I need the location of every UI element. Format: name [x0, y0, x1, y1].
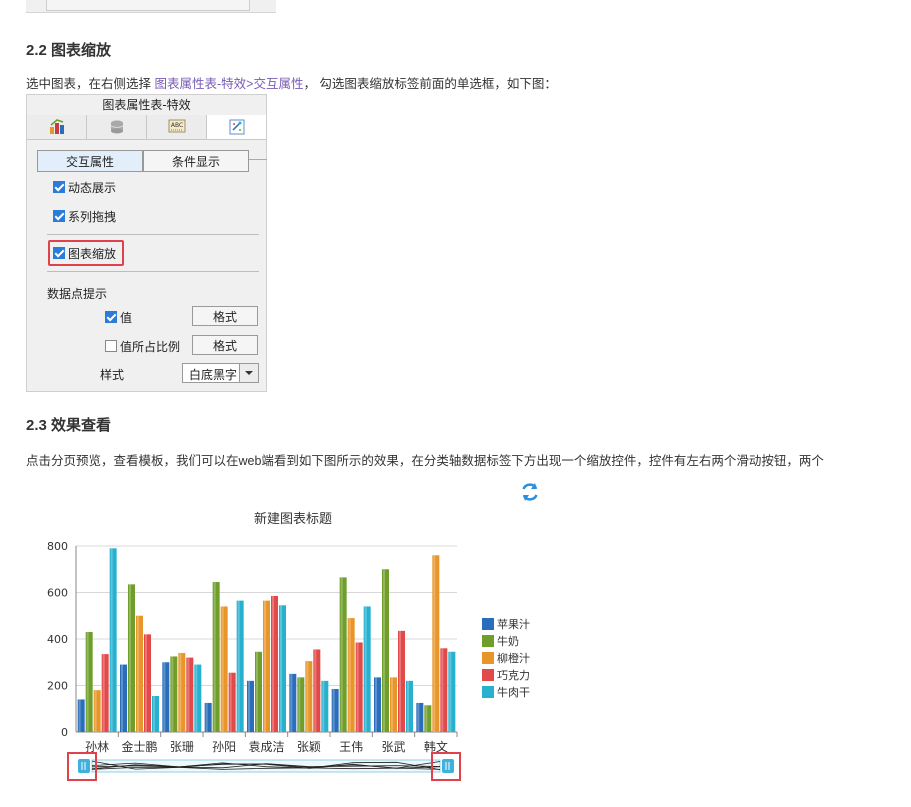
subtab-conditional-display[interactable]: 条件显示 [143, 150, 249, 172]
bar-highlight [248, 680, 250, 732]
bar-highlight [221, 606, 224, 732]
zoom-left-handle[interactable] [78, 759, 90, 773]
bar-highlight [237, 600, 240, 732]
subtab-bar: 交互属性 条件显示 [37, 150, 257, 172]
bar-highlight [121, 664, 123, 732]
bar-highlight [306, 661, 309, 732]
bar-highlight [86, 632, 89, 732]
bar-highlight [110, 548, 113, 732]
y-tick-label: 600 [47, 587, 68, 600]
legend-label: 巧克力 [497, 669, 530, 682]
bar-highlight [145, 634, 147, 732]
legend-swatch [482, 635, 494, 647]
bar-highlight [213, 582, 216, 732]
bar-highlight [332, 688, 335, 732]
bar-highlight [179, 652, 182, 732]
y-tick-label: 0 [61, 726, 68, 739]
chart-title: 新建图表标题 [254, 511, 332, 527]
bar-highlight [171, 656, 174, 732]
bar-highlight [449, 651, 452, 732]
bar-highlight [391, 677, 393, 732]
bar-highlight [195, 664, 198, 732]
bar-highlight [94, 690, 97, 732]
x-tick-label: 张武 [381, 740, 405, 754]
bar-highlight [78, 699, 81, 732]
bar-highlight [348, 618, 351, 732]
y-tick-label: 800 [47, 540, 68, 553]
zoom-right-handle[interactable] [442, 759, 454, 773]
bar-highlight [441, 648, 444, 732]
bar-highlight [425, 705, 428, 732]
subtab-interaction[interactable]: 交互属性 [37, 150, 143, 172]
legend-swatch [482, 652, 494, 664]
bar-highlight [129, 584, 131, 732]
bar-highlight [417, 702, 420, 732]
bar-highlight [205, 702, 208, 732]
bar-highlight [322, 680, 325, 732]
x-tick-label: 金士鹏 [121, 739, 157, 754]
bar-highlight [280, 605, 282, 732]
x-tick-label: 孙阳 [212, 740, 236, 754]
y-tick-label: 200 [47, 680, 68, 693]
x-tick-label: 张颖 [297, 740, 321, 754]
bar-highlight [163, 662, 166, 732]
bar-highlight [433, 555, 436, 732]
bar-highlight [383, 569, 385, 732]
bar-highlight [272, 595, 274, 732]
bar-chart: 新建图表标题 孙林 金士鹏 张珊 孙阳 袁成洁 张颖 王伟 张武 韩文 0 200 400 600 80… [47, 511, 530, 781]
legend-label: 牛奶 [497, 634, 519, 648]
bar-highlight [375, 677, 377, 732]
x-tick-label: 孙林 [85, 740, 109, 754]
bar-highlight [256, 651, 258, 732]
bar-highlight [264, 600, 266, 732]
legend-swatch [482, 686, 494, 698]
bar-highlight [298, 677, 301, 732]
x-tick-label: 韩文 [424, 739, 448, 754]
bar-highlight [153, 695, 155, 732]
x-tick-label: 张珊 [170, 740, 194, 754]
bar-highlight [229, 672, 232, 732]
bar-highlight [314, 649, 317, 732]
bar-highlight [407, 680, 409, 732]
legend-swatch [482, 669, 494, 681]
legend-swatch [482, 618, 494, 630]
legend-label: 牛肉干 [497, 685, 530, 699]
legend-label: 柳橙汁 [497, 651, 530, 665]
x-tick-label: 袁成洁 [248, 740, 284, 754]
y-tick-label: 400 [47, 633, 68, 646]
bar-highlight [364, 606, 367, 732]
bar-highlight [102, 654, 105, 732]
bar-highlight [187, 657, 190, 732]
bar-highlight [340, 577, 343, 732]
bar-highlight [137, 615, 139, 732]
bar-highlight [290, 673, 293, 732]
bar-highlight [399, 630, 401, 732]
legend-label: 苹果汁 [497, 617, 530, 631]
x-tick-label: 王伟 [339, 740, 363, 754]
bar-highlight [356, 642, 359, 732]
